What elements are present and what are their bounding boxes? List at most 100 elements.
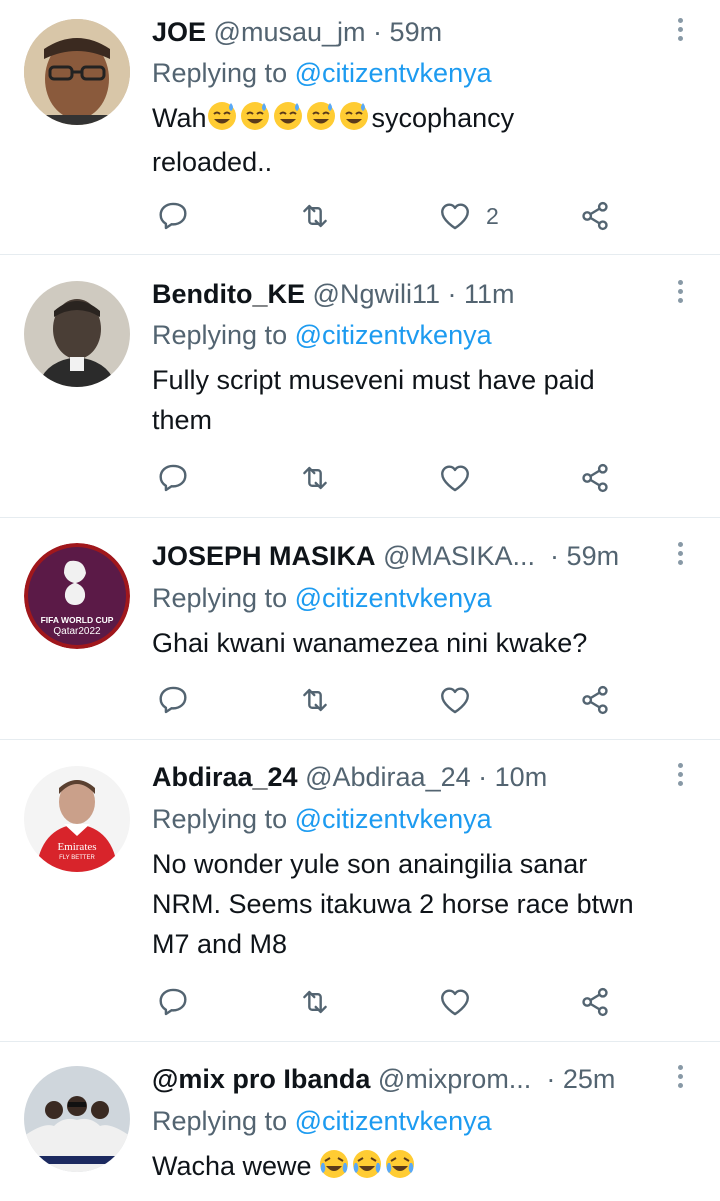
text-line: Wah xyxy=(152,103,207,133)
retweet-icon xyxy=(303,990,327,1014)
user-handle[interactable]: @Abdiraa_24 xyxy=(305,762,471,792)
share-icon xyxy=(582,685,608,715)
like-icon xyxy=(441,203,469,230)
retweet-button[interactable] xyxy=(298,458,332,498)
tweet-text: Ghai kwani wanamezea nini kwake? xyxy=(152,623,702,663)
like-button[interactable] xyxy=(438,458,472,498)
mention-link[interactable]: @citizentvkenya xyxy=(295,58,492,88)
tweet-2[interactable]: Bendito_KE @Ngwili11 · 11m Replying to @… xyxy=(0,255,720,518)
tweet-text: Wacha wewe xyxy=(152,1146,702,1190)
tweet-text: Wah sycophancy reloaded.. xyxy=(152,98,702,182)
user-handle[interactable]: @musau_jm xyxy=(214,17,366,47)
avatar[interactable]: FIFA WORLD CUP Qatar2022 xyxy=(24,543,130,649)
more-icon[interactable] xyxy=(672,14,688,50)
reply-icon xyxy=(159,686,187,714)
share-button[interactable] xyxy=(578,458,612,498)
separator-dot: · xyxy=(447,279,457,309)
text-line: Fully script museveni must have paid xyxy=(152,365,595,395)
tweet-header: @mix pro Ibanda @mixprom... · 25m xyxy=(152,1059,615,1099)
avatar-text: FIFA WORLD CUP xyxy=(41,615,114,625)
separator-dot: · xyxy=(373,17,383,47)
text-line: Ghai kwani wanamezea nini kwake? xyxy=(152,628,588,658)
reply-button[interactable] xyxy=(156,458,190,498)
avatar[interactable]: Emirates FLY BETTER xyxy=(24,766,130,872)
avatar-text: Qatar2022 xyxy=(53,626,101,637)
user-handle[interactable]: @mixprom... xyxy=(378,1064,531,1094)
mention-link[interactable]: @citizentvkenya xyxy=(295,320,492,350)
reply-button[interactable] xyxy=(156,982,190,1022)
separator-dot: · xyxy=(478,762,488,792)
tweet-text: No wonder yule son anaingilia sanar NRM.… xyxy=(152,844,702,964)
more-icon[interactable] xyxy=(672,538,688,574)
display-name[interactable]: JOSEPH MASIKA xyxy=(152,541,376,571)
like-button[interactable] xyxy=(438,982,472,1022)
share-button[interactable] xyxy=(578,680,612,720)
mention-link[interactable]: @citizentvkenya xyxy=(295,583,492,613)
replying-to: Replying to @citizentvkenya xyxy=(152,1102,492,1140)
avatar-text: FLY BETTER xyxy=(59,855,95,861)
retweet-icon xyxy=(303,688,327,712)
like-icon xyxy=(441,687,469,714)
retweet-icon xyxy=(303,204,327,228)
tweet-actions xyxy=(0,982,720,1022)
tweet-actions: 2 xyxy=(0,196,720,236)
avatar[interactable] xyxy=(24,1066,130,1172)
display-name[interactable]: Bendito_KE xyxy=(152,279,305,309)
mention-link[interactable]: @citizentvkenya xyxy=(295,1106,492,1136)
replying-prefix: Replying to xyxy=(152,1106,288,1136)
timestamp[interactable]: 59m xyxy=(390,17,443,47)
display-name[interactable]: @mix pro Ibanda xyxy=(152,1064,370,1094)
replying-prefix: Replying to xyxy=(152,58,288,88)
timestamp[interactable]: 11m xyxy=(464,279,515,309)
timestamp[interactable]: 59m xyxy=(567,541,620,571)
display-name[interactable]: JOE xyxy=(152,17,206,47)
more-icon[interactable] xyxy=(672,759,688,795)
tweet-text: Fully script museveni must have paid the… xyxy=(152,360,702,440)
more-icon[interactable] xyxy=(672,1061,688,1097)
timestamp[interactable]: 25m xyxy=(563,1064,616,1094)
share-icon xyxy=(582,987,608,1017)
like-button[interactable] xyxy=(438,680,472,720)
reply-button[interactable] xyxy=(156,680,190,720)
tweet-header: JOSEPH MASIKA @MASIKA... · 59m xyxy=(152,536,619,576)
tweet-4[interactable]: Emirates FLY BETTER Abdiraa_24 @Abdiraa_2… xyxy=(0,740,720,1042)
replying-to: Replying to @citizentvkenya xyxy=(152,579,492,617)
replying-to: Replying to @citizentvkenya xyxy=(152,54,492,92)
replying-to: Replying to @citizentvkenya xyxy=(152,800,492,838)
like-icon xyxy=(441,465,469,492)
reply-icon xyxy=(159,202,187,230)
share-icon xyxy=(582,201,608,231)
sweat-smile-emoji xyxy=(207,101,372,142)
reply-icon xyxy=(159,988,187,1016)
text-line: reloaded.. xyxy=(152,147,273,177)
share-icon xyxy=(582,463,608,493)
avatar-text: Emirates xyxy=(57,841,96,853)
tweet-5[interactable]: @mix pro Ibanda @mixprom... · 25m Replyi… xyxy=(0,1042,720,1201)
timestamp[interactable]: 10m xyxy=(495,762,548,792)
mention-link[interactable]: @citizentvkenya xyxy=(295,804,492,834)
retweet-button[interactable] xyxy=(298,982,332,1022)
reply-button[interactable] xyxy=(156,196,190,236)
replying-prefix: Replying to xyxy=(152,320,288,350)
avatar[interactable] xyxy=(24,281,130,387)
tweet-header: Bendito_KE @Ngwili11 · 11m xyxy=(152,274,515,314)
tweet-3[interactable]: FIFA WORLD CUP Qatar2022 JOSEPH MASIKA @M… xyxy=(0,518,720,740)
retweet-button[interactable] xyxy=(298,680,332,720)
text-line: them xyxy=(152,405,213,435)
display-name[interactable]: Abdiraa_24 xyxy=(152,762,298,792)
retweet-button[interactable] xyxy=(298,196,332,236)
tweet-header: Abdiraa_24 @Abdiraa_24 · 10m xyxy=(152,757,547,797)
avatar[interactable] xyxy=(24,19,130,125)
like-count: 2 xyxy=(486,202,499,229)
user-handle[interactable]: @Ngwili11 xyxy=(313,279,440,309)
text-line: No wonder yule son anaingilia sanar xyxy=(152,849,588,879)
share-button[interactable] xyxy=(578,982,612,1022)
replying-prefix: Replying to xyxy=(152,583,288,613)
replying-to: Replying to @citizentvkenya xyxy=(152,316,492,354)
share-button[interactable] xyxy=(578,196,612,236)
tweet-1[interactable]: JOE @musau_jm · 59m Replying to @citizen… xyxy=(0,0,720,255)
retweet-icon xyxy=(303,466,327,490)
like-button[interactable]: 2 xyxy=(438,196,499,236)
user-handle[interactable]: @MASIKA... xyxy=(383,541,535,571)
more-icon[interactable] xyxy=(672,276,688,312)
